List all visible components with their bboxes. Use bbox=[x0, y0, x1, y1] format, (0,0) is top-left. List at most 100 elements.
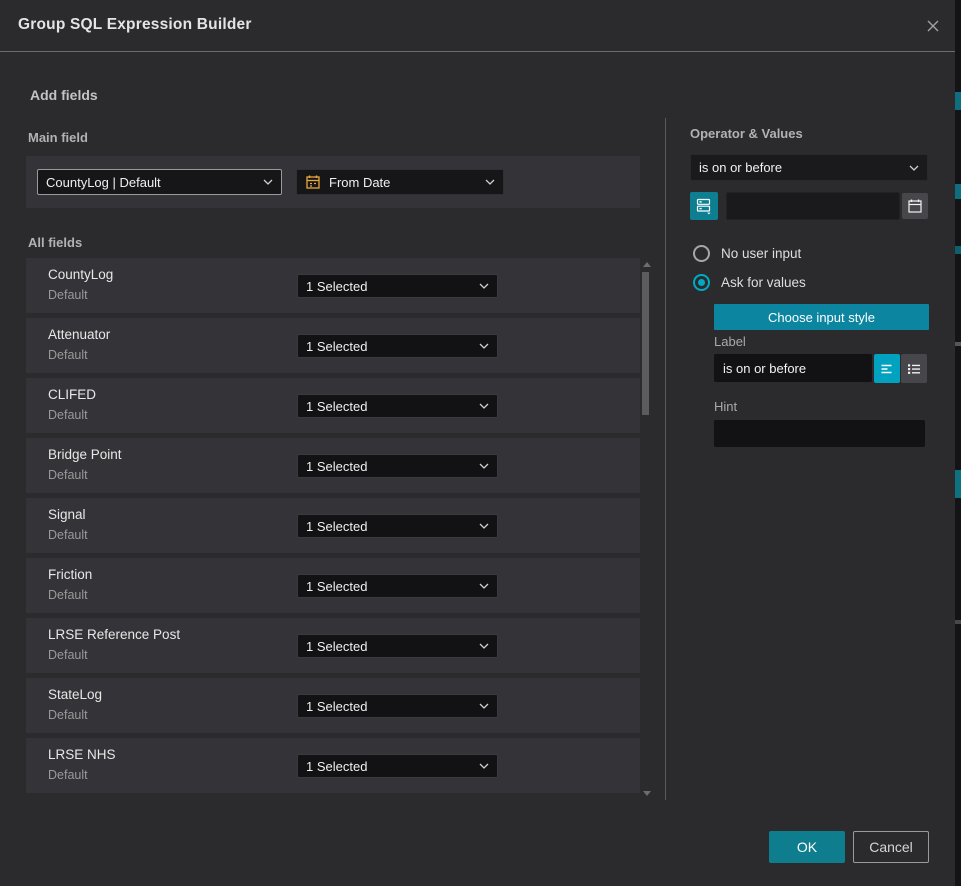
background-app-edge bbox=[955, 0, 961, 886]
chevron-down-icon bbox=[485, 179, 495, 185]
scroll-up-icon[interactable] bbox=[643, 262, 651, 267]
field-row-selected-value: 1 Selected bbox=[306, 279, 367, 294]
scroll-down-icon[interactable] bbox=[643, 791, 651, 796]
chevron-down-icon bbox=[263, 179, 273, 185]
field-row-selected-dropdown[interactable]: 1 Selected bbox=[297, 634, 498, 658]
chevron-down-icon bbox=[479, 343, 489, 349]
cancel-button[interactable]: Cancel bbox=[853, 831, 929, 863]
chevron-down-icon bbox=[479, 283, 489, 289]
choose-input-style-button[interactable]: Choose input style bbox=[714, 304, 929, 330]
field-row: LRSE NHS Default 1 Selected bbox=[26, 738, 640, 793]
field-row-name: CountyLog bbox=[48, 267, 113, 282]
radio-circle-icon bbox=[693, 245, 710, 262]
chevron-down-icon bbox=[479, 463, 489, 469]
field-row-selected-value: 1 Selected bbox=[306, 699, 367, 714]
field-row-selected-value: 1 Selected bbox=[306, 459, 367, 474]
calendar-icon bbox=[305, 174, 321, 190]
radio-ask-for-values[interactable]: Ask for values bbox=[693, 274, 806, 291]
close-icon[interactable] bbox=[923, 16, 943, 36]
field-select[interactable]: From Date bbox=[296, 169, 504, 195]
field-row-selected-dropdown[interactable]: 1 Selected bbox=[297, 334, 498, 358]
add-fields-heading: Add fields bbox=[30, 87, 98, 103]
field-row-selected-dropdown[interactable]: 1 Selected bbox=[297, 514, 498, 538]
list-scrollbar[interactable] bbox=[641, 258, 651, 800]
field-row-subtitle: Default bbox=[48, 288, 88, 302]
ok-button[interactable]: OK bbox=[769, 831, 845, 863]
field-row-subtitle: Default bbox=[48, 708, 88, 722]
chevron-down-icon bbox=[479, 583, 489, 589]
background-fragment bbox=[955, 342, 961, 346]
field-row-selected-dropdown[interactable]: 1 Selected bbox=[297, 754, 498, 778]
panel-divider bbox=[665, 118, 666, 800]
field-row-subtitle: Default bbox=[48, 528, 88, 542]
field-row-name: Attenuator bbox=[48, 327, 110, 342]
value-input[interactable] bbox=[726, 192, 900, 220]
field-select-value: From Date bbox=[329, 175, 390, 190]
group-sql-expression-builder-dialog: Group SQL Expression Builder Add fields … bbox=[0, 0, 955, 886]
field-row-selected-dropdown[interactable]: 1 Selected bbox=[297, 274, 498, 298]
chevron-down-icon bbox=[479, 403, 489, 409]
background-fragment bbox=[955, 184, 961, 199]
background-fragment bbox=[955, 246, 961, 254]
calendar-icon[interactable] bbox=[902, 193, 928, 219]
field-row-subtitle: Default bbox=[48, 468, 88, 482]
operator-select[interactable]: is on or before bbox=[690, 154, 928, 181]
field-row: StateLog Default 1 Selected bbox=[26, 678, 640, 733]
label-input[interactable] bbox=[714, 354, 872, 382]
operator-select-value: is on or before bbox=[699, 160, 782, 175]
field-row-selected-value: 1 Selected bbox=[306, 759, 367, 774]
field-row-selected-dropdown[interactable]: 1 Selected bbox=[297, 574, 498, 598]
field-row-name: Signal bbox=[48, 507, 86, 522]
field-row-subtitle: Default bbox=[48, 588, 88, 602]
chevron-down-icon bbox=[479, 703, 489, 709]
chevron-down-icon bbox=[479, 763, 489, 769]
field-row-selected-value: 1 Selected bbox=[306, 639, 367, 654]
align-left-icon[interactable] bbox=[874, 354, 900, 383]
field-row-name: StateLog bbox=[48, 687, 102, 702]
hint-input[interactable] bbox=[714, 420, 925, 447]
field-row-name: CLIFED bbox=[48, 387, 96, 402]
field-row-selected-dropdown[interactable]: 1 Selected bbox=[297, 694, 498, 718]
field-row-subtitle: Default bbox=[48, 408, 88, 422]
field-row: CLIFED Default 1 Selected bbox=[26, 378, 640, 433]
radio-no-user-input[interactable]: No user input bbox=[693, 245, 801, 262]
all-fields-list: CountyLog Default 1 Selected Attenuator … bbox=[26, 258, 640, 798]
radio-selected-icon bbox=[693, 274, 710, 291]
background-fragment bbox=[955, 92, 961, 110]
field-row-selected-dropdown[interactable]: 1 Selected bbox=[297, 454, 498, 478]
field-row-selected-value: 1 Selected bbox=[306, 339, 367, 354]
operator-values-heading: Operator & Values bbox=[690, 126, 803, 141]
chevron-down-icon bbox=[479, 523, 489, 529]
background-fragment bbox=[955, 620, 961, 624]
all-fields-heading: All fields bbox=[28, 235, 82, 250]
field-row-subtitle: Default bbox=[48, 768, 88, 782]
field-row: Friction Default 1 Selected bbox=[26, 558, 640, 613]
bullet-list-icon[interactable] bbox=[901, 354, 927, 383]
dialog-titlebar: Group SQL Expression Builder bbox=[0, 0, 955, 52]
background-fragment bbox=[955, 470, 961, 498]
field-row-selected-value: 1 Selected bbox=[306, 519, 367, 534]
field-row-name: LRSE Reference Post bbox=[48, 627, 180, 642]
field-row-selected-dropdown[interactable]: 1 Selected bbox=[297, 394, 498, 418]
main-field-heading: Main field bbox=[28, 130, 88, 145]
dialog-title: Group SQL Expression Builder bbox=[18, 16, 252, 34]
chevron-down-icon bbox=[479, 643, 489, 649]
field-row: Signal Default 1 Selected bbox=[26, 498, 640, 553]
field-row: Bridge Point Default 1 Selected bbox=[26, 438, 640, 493]
field-row-name: LRSE NHS bbox=[48, 747, 116, 762]
field-row-subtitle: Default bbox=[48, 348, 88, 362]
field-row-selected-value: 1 Selected bbox=[306, 399, 367, 414]
field-row: Attenuator Default 1 Selected bbox=[26, 318, 640, 373]
field-row: CountyLog Default 1 Selected bbox=[26, 258, 640, 313]
hint-field-label: Hint bbox=[714, 399, 737, 414]
field-row-subtitle: Default bbox=[48, 648, 88, 662]
layer-select[interactable]: CountyLog | Default bbox=[37, 169, 282, 195]
scrollbar-thumb[interactable] bbox=[642, 272, 649, 415]
screen: Group SQL Expression Builder Add fields … bbox=[0, 0, 961, 886]
field-row-selected-value: 1 Selected bbox=[306, 579, 367, 594]
radio-label: No user input bbox=[721, 246, 801, 261]
label-field-label: Label bbox=[714, 334, 746, 349]
field-row-name: Bridge Point bbox=[48, 447, 122, 462]
unique-values-icon[interactable] bbox=[690, 192, 718, 220]
field-row-name: Friction bbox=[48, 567, 92, 582]
